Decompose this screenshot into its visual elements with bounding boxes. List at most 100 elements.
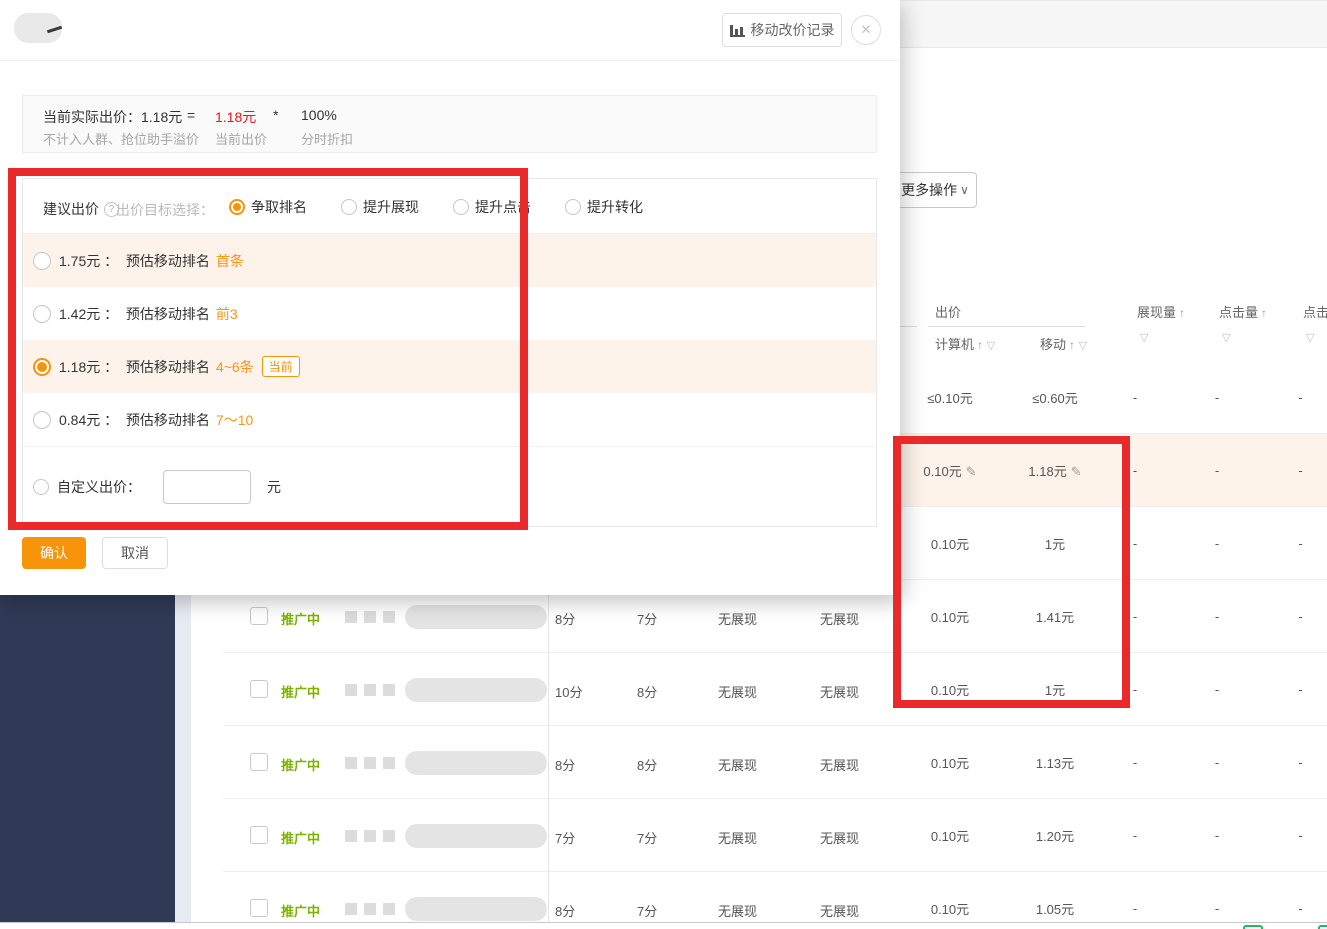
clickrate-cell: -	[1298, 754, 1303, 770]
mobile-price-history-button[interactable]: 移动改价记录	[722, 13, 842, 47]
redacted-block	[345, 903, 357, 915]
close-icon[interactable]: ✕	[851, 15, 881, 45]
radio-icon[interactable]	[33, 357, 51, 376]
suggested-bid-title: 建议出价 ?	[43, 199, 119, 219]
bid-table-row: 0.10元 1.41元 - - -	[900, 580, 1327, 653]
radio-icon[interactable]	[33, 251, 51, 270]
radio-icon[interactable]	[229, 199, 245, 215]
edit-pencil-icon[interactable]: ✎	[966, 464, 977, 479]
impressions-cell: -	[1132, 754, 1138, 770]
clickrate-cell: -	[1298, 389, 1303, 405]
clicks-cell: -	[1214, 389, 1220, 405]
filter-icon[interactable]: ▽	[1306, 331, 1314, 344]
row-checkbox[interactable]	[250, 826, 268, 844]
clicks-cell: 无展现	[820, 685, 860, 700]
option-price: 1.75元 ： 预估移动排名	[59, 252, 210, 269]
keyword-table-rows: 推广中 8分 7分 无展现 无展现 推广中 10分 8分 无展现 无展现 推广中…	[223, 580, 900, 929]
computer-bid-cell: ≤0.10元	[927, 390, 973, 406]
redacted-block	[345, 611, 357, 623]
sort-asc-icon[interactable]: ↑	[1179, 306, 1185, 320]
status-badge: 推广中	[281, 831, 321, 846]
keyword-table-row: 推广中 8分 8分 无展现 无展现	[223, 726, 900, 799]
filter-icon[interactable]: ▽	[1140, 331, 1148, 344]
bid-table-row: 0.10元 1.05元 - - -	[900, 872, 1327, 929]
suggested-bid-option[interactable]: 1.18元 ： 预估移动排名 4~6条 当前	[23, 340, 876, 393]
status-badge: 推广中	[281, 904, 321, 919]
computer-bid-cell: 0.10元	[930, 901, 970, 917]
impressions-cell: 无展现	[718, 685, 758, 700]
radio-icon[interactable]	[33, 479, 49, 495]
row-checkbox[interactable]	[250, 899, 268, 917]
bid-target-option-label: 争取排名	[251, 199, 307, 215]
clicks-cell: -	[1214, 827, 1220, 843]
sort-asc-icon[interactable]: ↑	[1069, 338, 1075, 352]
status-badge: 推广中	[281, 758, 321, 773]
status-badge: 推广中	[281, 685, 321, 700]
bid-target-option-label: 提升展现	[363, 199, 419, 215]
clicks-cell: 无展现	[820, 758, 860, 773]
suggested-bid-option[interactable]: 0.84元 ： 预估移动排名 7～10	[23, 393, 876, 446]
clicks-cell: 无展现	[820, 904, 860, 919]
sort-asc-icon[interactable]: ↑	[1261, 306, 1267, 320]
cancel-button[interactable]: 取消	[102, 537, 168, 569]
impressions-cell: 无展现	[718, 831, 758, 846]
redacted-block	[364, 611, 376, 623]
impressions-cell: -	[1132, 389, 1138, 405]
radio-icon[interactable]	[341, 199, 357, 215]
radio-icon[interactable]	[33, 304, 51, 323]
bid-table-rows: ≤0.10元 ≤0.60元 - - - 0.10元 ✎ 1.18元 ✎ - - - …	[900, 361, 1327, 929]
suggested-bid-option[interactable]: 1.75元 ： 预估移动排名 首条	[23, 234, 876, 287]
bid-target-option[interactable]: 提升转化	[565, 197, 643, 217]
edit-pencil-icon[interactable]: ✎	[1071, 464, 1082, 479]
redacted-keyword-name	[405, 605, 547, 629]
radio-icon[interactable]	[33, 410, 51, 429]
equals-sign: =	[187, 107, 196, 123]
impressions-cell: 无展现	[718, 904, 758, 919]
impressions-cell: -	[1132, 681, 1138, 697]
suggested-bid-options: 1.75元 ： 预估移动排名 首条 1.42元 ： 预估移动排名 前3 1.18…	[23, 234, 876, 446]
keyword-table-row: 推广中 8分 7分 无展现 无展现	[223, 872, 900, 929]
computer-bid-cell: 0.10元 ✎	[923, 463, 977, 479]
suggested-bid-option[interactable]: 1.42元 ： 预估移动排名 前3	[23, 287, 876, 340]
mobile-bid-cell: 1.20元	[1035, 828, 1075, 844]
redacted-block	[383, 830, 395, 842]
bid-table-row: 0.10元 1.13元 - - -	[900, 726, 1327, 799]
radio-icon[interactable]	[453, 199, 469, 215]
filter-icon[interactable]: ▽	[987, 340, 995, 352]
option-price: 1.42元 ： 预估移动排名	[59, 305, 210, 322]
quality-computer-cell: 8分	[555, 758, 576, 773]
bid-edit-dialog: 移动改价记录 ✕ 当前实际出价：1.18元 = 1.18元 * 100% 不计入…	[0, 0, 900, 595]
computer-bid-cell: 0.10元	[930, 755, 970, 771]
computer-bid-cell: 0.10元	[930, 682, 970, 698]
filter-icon[interactable]: ▽	[1222, 331, 1230, 344]
radio-icon[interactable]	[565, 199, 581, 215]
bid-target-option[interactable]: 争取排名	[229, 197, 307, 217]
chat-widget-icon[interactable]	[1243, 925, 1263, 929]
more-actions-button[interactable]: 更多操作 ∨	[893, 172, 977, 208]
row-checkbox[interactable]	[250, 680, 268, 698]
row-checkbox[interactable]	[250, 753, 268, 771]
redacted-block	[364, 830, 376, 842]
sort-asc-icon[interactable]: ↑	[977, 338, 983, 352]
mobile-bid-cell: 1.18元 ✎	[1028, 463, 1082, 479]
redacted-block	[383, 757, 395, 769]
bid-target-label: 出价目标选择：	[116, 202, 214, 218]
computer-bid-cell: 0.10元	[930, 609, 970, 625]
screen: 更多操作 ∨ 出价 计算机 ↑ ▽ 移动 ↑ ▽ 展现量 ↑ ▽ 点击量 ↑ ▽ 点击 …	[0, 0, 1327, 929]
row-checkbox[interactable]	[250, 607, 268, 625]
bid-target-option[interactable]: 提升点击	[453, 197, 531, 217]
bid-target-option-label: 提升转化	[587, 199, 643, 215]
redacted-keyword-name	[405, 678, 547, 702]
filter-icon[interactable]: ▽	[1079, 340, 1087, 352]
discount-note: 分时折扣	[301, 132, 354, 147]
discount-value: 100%	[301, 107, 337, 123]
chat-widget-icon[interactable]	[1318, 925, 1327, 929]
clickrate-cell: -	[1298, 462, 1303, 478]
custom-bid-input[interactable]	[163, 470, 251, 504]
mobile-bid-cell: 1元	[1044, 536, 1066, 552]
chevron-down-icon: ∨	[960, 183, 969, 197]
clickrate-header-truncated: 点击	[1303, 305, 1327, 320]
bid-target-option[interactable]: 提升展现	[341, 197, 419, 217]
confirm-button[interactable]: 确认	[22, 537, 86, 569]
clicks-cell: 无展现	[820, 831, 860, 846]
